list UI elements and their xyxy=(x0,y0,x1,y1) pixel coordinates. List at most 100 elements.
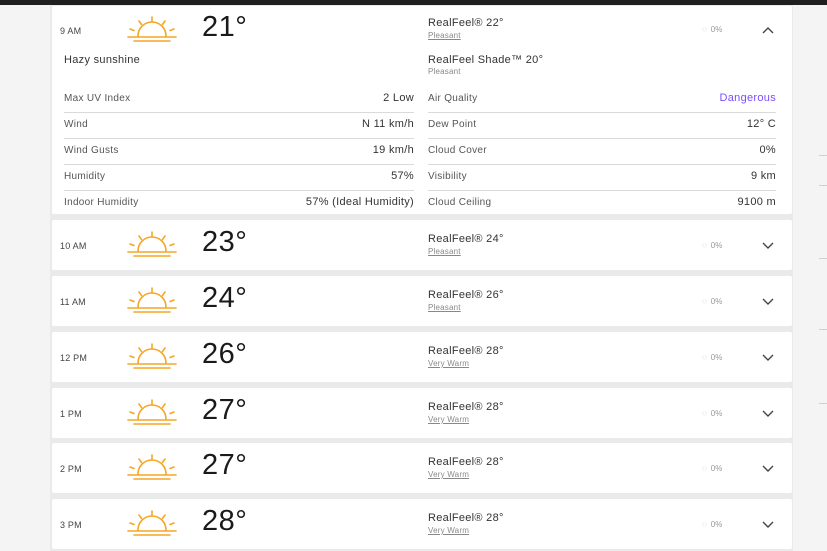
hourly-card[interactable]: 11 AM 24° RealFeel® 26° Pleasant ◌ 0% xyxy=(52,276,792,326)
realfeel-phrase-link[interactable]: Very Warm xyxy=(428,359,469,368)
precipitation: ◌ 0% xyxy=(702,25,722,34)
hourly-card-expanded[interactable]: 9 AM 21° RealFeel® 22° Pleasant ◌ 0% Hazy… xyxy=(52,6,792,214)
hour-temperature: 21° xyxy=(202,11,248,43)
hour-time: 12 PM xyxy=(60,353,88,363)
detail-row-dew-point: Dew Point 12° C xyxy=(428,113,776,139)
realfeel-value: RealFeel® 24° xyxy=(428,233,504,245)
detail-row-air-quality: Air Quality Dangerous xyxy=(428,87,776,113)
hazy-sunshine-icon xyxy=(127,510,177,536)
hourly-card[interactable]: 12 PM 26° RealFeel® 28° Very Warm ◌ 0% xyxy=(52,332,792,382)
detail-value: 9100 m xyxy=(737,196,776,208)
realfeel-shade-value: RealFeel Shade™ 20° xyxy=(428,54,544,66)
detail-row-uv: Max UV Index 2 Low xyxy=(64,87,414,113)
detail-row-wind-gusts: Wind Gusts 19 km/h xyxy=(64,139,414,165)
hour-time: 11 AM xyxy=(60,297,86,307)
hazy-sunshine-icon xyxy=(127,16,177,42)
precipitation: ◌ 0% xyxy=(702,353,722,362)
detail-value: 9 km xyxy=(750,170,776,182)
right-gutter xyxy=(793,5,827,551)
hourly-card[interactable]: 2 PM 27° RealFeel® 28° Very Warm ◌ 0% xyxy=(52,443,792,493)
realfeel-phrase-link[interactable]: Very Warm xyxy=(428,526,469,535)
hour-time: 10 AM xyxy=(60,241,87,251)
precip-value: 0% xyxy=(710,297,723,306)
hour-time: 3 PM xyxy=(60,520,82,530)
precip-value: 0% xyxy=(710,241,723,250)
chevron-up-icon[interactable] xyxy=(762,26,774,34)
hazy-sunshine-icon xyxy=(127,287,177,313)
drop-icon: ◌ xyxy=(702,409,707,418)
precip-value: 0% xyxy=(710,353,723,362)
hour-time: 2 PM xyxy=(60,464,82,474)
realfeel-phrase-link[interactable]: Very Warm xyxy=(428,415,469,424)
chevron-down-icon[interactable] xyxy=(762,410,774,418)
realfeel-phrase-link[interactable]: Very Warm xyxy=(428,470,469,479)
detail-value: 12° C xyxy=(746,118,776,130)
hour-temperature: 23° xyxy=(202,226,248,258)
detail-label: Cloud Ceiling xyxy=(428,197,492,208)
detail-row-visibility: Visibility 9 km xyxy=(428,165,776,191)
detail-row-humidity: Humidity 57% xyxy=(64,165,414,191)
detail-row-wind: Wind N 11 km/h xyxy=(64,113,414,139)
chevron-down-icon[interactable] xyxy=(762,465,774,473)
detail-value: 57% (Ideal Humidity) xyxy=(305,196,414,208)
realfeel-value: RealFeel® 26° xyxy=(428,289,504,301)
hazy-sunshine-icon xyxy=(127,399,177,425)
detail-row-cloud-cover: Cloud Cover 0% xyxy=(428,139,776,165)
precip-value: 0% xyxy=(710,25,723,34)
realfeel-phrase-link[interactable]: Pleasant xyxy=(428,247,461,256)
hour-time: 9 AM xyxy=(60,26,82,36)
detail-label: Cloud Cover xyxy=(428,145,487,156)
divider xyxy=(819,403,827,404)
precipitation: ◌ 0% xyxy=(702,409,722,418)
top-bar xyxy=(0,0,827,5)
hour-temperature: 27° xyxy=(202,394,248,426)
detail-label: Max UV Index xyxy=(64,93,131,104)
detail-row-indoor-humidity: Indoor Humidity 57% (Ideal Humidity) xyxy=(64,191,414,216)
chevron-down-icon[interactable] xyxy=(762,354,774,362)
hour-temperature: 28° xyxy=(202,505,248,537)
drop-icon: ◌ xyxy=(702,297,707,306)
detail-label: Indoor Humidity xyxy=(64,197,139,208)
detail-label: Wind xyxy=(64,119,88,130)
detail-label: Humidity xyxy=(64,171,106,182)
precip-value: 0% xyxy=(710,520,723,529)
realfeel-value: RealFeel® 28° xyxy=(428,401,504,413)
hour-temperature: 27° xyxy=(202,449,248,481)
detail-value: 19 km/h xyxy=(372,144,414,156)
detail-label: Visibility xyxy=(428,171,467,182)
hour-temperature: 24° xyxy=(202,282,248,314)
precipitation: ◌ 0% xyxy=(702,464,722,473)
detail-row-cloud-ceiling: Cloud Ceiling 9100 m xyxy=(428,191,776,216)
realfeel-phrase-link[interactable]: Pleasant xyxy=(428,31,461,40)
chevron-down-icon[interactable] xyxy=(762,242,774,250)
divider xyxy=(819,155,827,156)
precip-value: 0% xyxy=(710,409,723,418)
realfeel-phrase-link[interactable]: Pleasant xyxy=(428,303,461,312)
detail-value: 2 Low xyxy=(383,92,414,104)
hourly-card[interactable]: 1 PM 27° RealFeel® 28° Very Warm ◌ 0% xyxy=(52,388,792,438)
drop-icon: ◌ xyxy=(702,241,707,250)
air-quality-link[interactable]: Dangerous xyxy=(719,92,776,104)
chevron-down-icon[interactable] xyxy=(762,298,774,306)
hourly-card[interactable]: 10 AM 23° RealFeel® 24° Pleasant ◌ 0% xyxy=(52,220,792,270)
realfeel-value: RealFeel® 28° xyxy=(428,345,504,357)
hour-time: 1 PM xyxy=(60,409,82,419)
hazy-sunshine-icon xyxy=(127,231,177,257)
weather-phrase: Hazy sunshine xyxy=(64,54,141,66)
chevron-down-icon[interactable] xyxy=(762,521,774,529)
detail-label: Wind Gusts xyxy=(64,145,119,156)
hourly-card[interactable]: 3 PM 28° RealFeel® 28° Very Warm ◌ 0% xyxy=(52,499,792,549)
left-gutter xyxy=(0,5,50,551)
detail-value: 57% xyxy=(391,170,414,182)
divider xyxy=(819,329,827,330)
precip-value: 0% xyxy=(710,464,723,473)
drop-icon: ◌ xyxy=(702,353,707,362)
precipitation: ◌ 0% xyxy=(702,241,722,250)
divider xyxy=(819,258,827,259)
hazy-sunshine-icon xyxy=(127,454,177,480)
drop-icon: ◌ xyxy=(702,520,707,529)
divider xyxy=(819,185,827,186)
detail-label: Dew Point xyxy=(428,119,477,130)
precipitation: ◌ 0% xyxy=(702,520,722,529)
realfeel-value: RealFeel® 22° xyxy=(428,17,504,29)
